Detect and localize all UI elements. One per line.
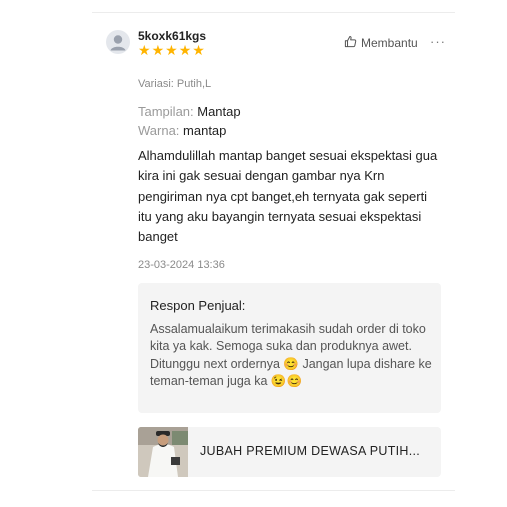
reviewer-username: 5koxk61kgs [138, 29, 207, 43]
top-divider [92, 12, 455, 13]
attribute-row: Warna: mantap [138, 123, 226, 138]
star-icon: ★ [151, 42, 165, 58]
attribute-value: Mantap [197, 104, 241, 119]
seller-reply-text: Assalamualaikum terimakasih sudah order … [150, 322, 432, 388]
product-link-card[interactable]: JUBAH PREMIUM DEWASA PUTIH... [138, 427, 441, 477]
star-icon: ★ [192, 42, 205, 58]
seller-reply-title: Respon Penjual: [150, 298, 246, 313]
attribute-key: Tampilan: [138, 104, 198, 119]
attribute-value: mantap [183, 123, 227, 138]
product-name: JUBAH PREMIUM DEWASA PUTIH... [200, 444, 421, 458]
attribute-key: Warna: [138, 123, 184, 138]
bottom-divider [92, 490, 455, 491]
review-card: 5koxk61kgs ★ ★ ★ ★ ★ Membantu ··· Varias… [92, 0, 455, 507]
seller-reply-box: Respon Penjual: Assalamualaikum terimaka… [138, 283, 441, 413]
review-text: Alhamdulillah mantap banget sesuai ekspe… [138, 148, 438, 245]
variant-text: Variasi: Putih,L [138, 78, 212, 90]
helpful-label: Membantu [361, 36, 418, 50]
product-thumbnail-image [138, 427, 188, 477]
rating-stars: ★ ★ ★ ★ ★ [138, 42, 205, 58]
attribute-row: Tampilan: Mantap [138, 104, 241, 119]
user-avatar-icon[interactable] [106, 30, 130, 54]
star-icon: ★ [165, 42, 178, 58]
more-options-icon[interactable]: ··· [430, 34, 446, 49]
helpful-button[interactable]: Membantu [344, 35, 418, 51]
thumbs-up-icon [344, 35, 357, 51]
review-date: 23-03-2024 13:36 [138, 259, 225, 271]
star-icon: ★ [178, 42, 192, 58]
star-icon: ★ [138, 42, 151, 58]
